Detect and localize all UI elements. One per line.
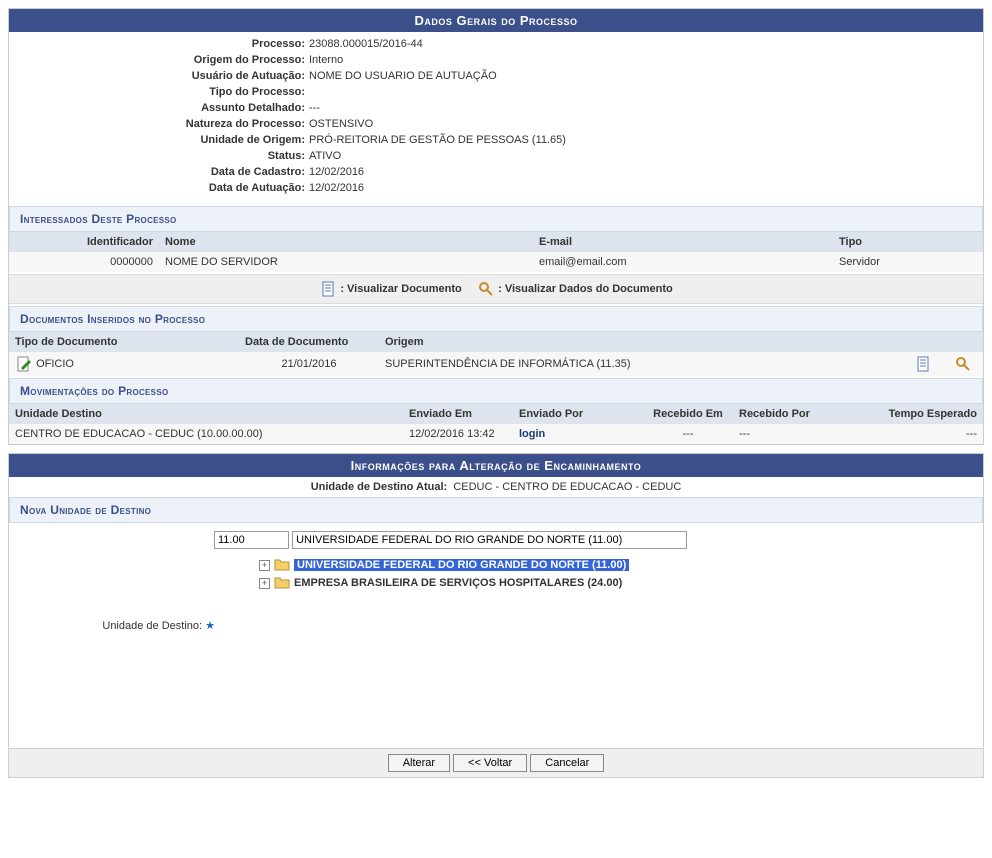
tree-label-selected[interactable]: UNIVERSIDADE FEDERAL DO RIO GRANDE DO NO… [294, 559, 629, 571]
col-recebido-em: Recebido Em [643, 404, 733, 424]
label-status: Status: [9, 150, 309, 162]
interessados-header: Interessados Deste Processo [9, 206, 983, 232]
search-row [9, 523, 983, 549]
value-unidade-origem: PRÓ-REITORIA DE GESTÃO DE PESSOAS (11.65… [309, 134, 983, 146]
col-data-doc: Data de Documento [239, 332, 379, 352]
required-star-icon: ★ [205, 620, 215, 632]
cell-tempo: --- [873, 424, 983, 444]
unit-name-input[interactable] [292, 531, 687, 549]
view-data-button[interactable] [955, 356, 971, 372]
cell-recebido-por: --- [733, 424, 873, 444]
folder-icon [274, 575, 290, 591]
col-enviado-em: Enviado Em [403, 404, 513, 424]
destino-row: Unidade de Destino: ★ [9, 619, 983, 632]
cell-recebido-em: --- [643, 424, 733, 444]
value-natureza: OSTENSIVO [309, 118, 983, 130]
unidade-atual-row: Unidade de Destino Atual: CEDUC - CENTRO… [9, 477, 983, 497]
panel2-title: Informações para Alteração de Encaminham… [9, 454, 983, 477]
value-data-autuacao: 12/02/2016 [309, 182, 983, 194]
tree-item[interactable]: + UNIVERSIDADE FEDERAL DO RIO GRANDE DO … [259, 557, 983, 573]
value-origem: Interno [309, 54, 983, 66]
value-usuario: NOME DO USUARIO DE AUTUAÇÃO [309, 70, 983, 82]
label-unidade-origem: Unidade de Origem: [9, 134, 309, 146]
fields-block: Processo:23088.000015/2016-44 Origem do … [9, 32, 983, 206]
col-unidade-dest: Unidade Destino [9, 404, 403, 424]
expand-icon[interactable]: + [259, 578, 270, 589]
label-tipo: Tipo do Processo: [9, 86, 309, 98]
col-origem-doc: Origem [379, 332, 903, 352]
cell-origem-doc: SUPERINTENDÊNCIA DE INFORMÁTICA (11.35) [379, 352, 903, 376]
unit-code-input[interactable] [214, 531, 289, 549]
col-nome: Nome [159, 232, 533, 252]
unidade-atual-label: Unidade de Destino Atual: [311, 481, 448, 493]
movimentacoes-table: Unidade Destino Enviado Em Enviado Por R… [9, 404, 983, 444]
col-tipo: Tipo [833, 232, 983, 252]
documentos-header: Documentos Inseridos no Processo [9, 306, 983, 332]
cell-enviado-em: 12/02/2016 13:42 [403, 424, 513, 444]
col-tempo: Tempo Esperado [873, 404, 983, 424]
process-general-panel: Dados Gerais do Processo Processo:23088.… [8, 8, 984, 445]
forward-change-panel: Informações para Alteração de Encaminham… [8, 453, 984, 778]
col-enviado-por: Enviado Por [513, 404, 643, 424]
label-origem: Origem do Processo: [9, 54, 309, 66]
cell-tipo: Servidor [833, 252, 983, 272]
document-view-icon [320, 281, 336, 297]
tree-item[interactable]: + EMPRESA BRASILEIRA DE SERVIÇOS HOSPITA… [259, 575, 983, 591]
alterar-button[interactable]: Alterar [388, 754, 450, 772]
magnifier-icon [478, 281, 494, 297]
movimentacoes-header: Movimentações do Processo [9, 378, 983, 404]
cell-nome: NOME DO SERVIDOR [159, 252, 533, 272]
label-assunto: Assunto Detalhado: [9, 102, 309, 114]
table-row: 0000000 NOME DO SERVIDOR email@email.com… [9, 252, 983, 272]
panel1-title: Dados Gerais do Processo [9, 9, 983, 32]
table-row: CENTRO DE EDUCACAO - CEDUC (10.00.00.00)… [9, 424, 983, 444]
interessados-table: Identificador Nome E-mail Tipo 0000000 N… [9, 232, 983, 272]
label-data-autuacao: Data de Autuação: [9, 182, 309, 194]
voltar-button[interactable]: << Voltar [453, 754, 527, 772]
label-natureza: Natureza do Processo: [9, 118, 309, 130]
col-tipo-doc: Tipo de Documento [9, 332, 239, 352]
value-assunto: --- [309, 102, 983, 114]
cell-tipo-doc: OFICIO [36, 358, 74, 370]
label-data-cadastro: Data de Cadastro: [9, 166, 309, 178]
button-bar: Alterar << Voltar Cancelar [9, 748, 983, 777]
document-edit-icon [16, 356, 32, 372]
label-usuario: Usuário de Autuação: [9, 70, 309, 82]
label-processo: Processo: [9, 38, 309, 50]
tree-label[interactable]: EMPRESA BRASILEIRA DE SERVIÇOS HOSPITALA… [294, 577, 622, 589]
table-row: OFICIO 21/01/2016 SUPERINTENDÊNCIA DE IN… [9, 352, 983, 376]
legend-bar: : Visualizar Documento : Visualizar Dado… [9, 274, 983, 304]
unidade-atual-value: CEDUC - CENTRO DE EDUCACAO - CEDUC [453, 481, 681, 493]
value-status: ATIVO [309, 150, 983, 162]
enviado-por-link[interactable]: login [519, 428, 545, 440]
nova-unidade-header: Nova Unidade de Destino [9, 497, 983, 523]
value-processo: 23088.000015/2016-44 [309, 38, 983, 50]
cancelar-button[interactable]: Cancelar [530, 754, 604, 772]
cell-email: email@email.com [533, 252, 833, 272]
view-document-button[interactable] [915, 356, 931, 372]
col-email: E-mail [533, 232, 833, 252]
value-tipo [309, 86, 983, 98]
cell-id: 0000000 [9, 252, 159, 272]
cell-data-doc: 21/01/2016 [239, 352, 379, 376]
cell-unidade-dest: CENTRO DE EDUCACAO - CEDUC (10.00.00.00) [9, 424, 403, 444]
folder-icon [274, 557, 290, 573]
col-identificador: Identificador [9, 232, 159, 252]
legend-view-data: : Visualizar Dados do Documento [498, 283, 673, 295]
col-recebido-por: Recebido Por [733, 404, 873, 424]
unit-tree: + UNIVERSIDADE FEDERAL DO RIO GRANDE DO … [259, 557, 983, 591]
expand-icon[interactable]: + [259, 560, 270, 571]
value-data-cadastro: 12/02/2016 [309, 166, 983, 178]
legend-view-doc: : Visualizar Documento [340, 283, 461, 295]
destino-label: Unidade de Destino: [102, 620, 202, 632]
documentos-table: Tipo de Documento Data de Documento Orig… [9, 332, 983, 376]
